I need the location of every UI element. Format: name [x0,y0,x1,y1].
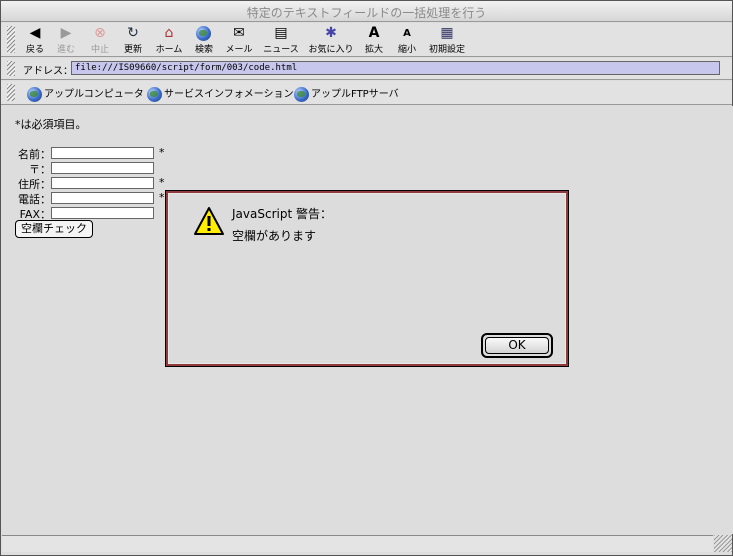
link-service-information[interactable]: サービスインフォメーション [147,85,294,102]
form-row-postal: 〒： [15,161,51,177]
form-row-phone: 電話： [15,191,51,207]
status-bar [2,535,713,552]
link-apple-ftp-server[interactable]: アップルFTPサーバ [294,85,399,102]
navigation-toolbar: ◀ 戻る ▶ 進む ⊗ 中止 ↻ 更新 ⌂ ホーム 検索 ✉ メール ▤ ニュー… [1,23,732,57]
refresh-button[interactable]: ↻ 更新 [122,25,144,55]
blank-check-button[interactable]: 空欄チェック [15,220,93,238]
address-bar-grip-handle[interactable] [7,61,15,76]
favorites-icon: ✱ [325,25,337,41]
globe-icon [147,86,162,102]
forward-arrow-icon: ▶ [60,25,72,41]
address-input[interactable]: file:///IS09660/script/form/003/code.htm… [71,61,720,75]
font-smaller-icon: A [403,28,411,39]
ok-button[interactable]: OK [481,333,553,358]
form-row-address: 住所： [15,176,51,192]
forward-button[interactable]: ▶ 進む [55,25,77,55]
search-button[interactable]: 検索 [193,25,215,55]
search-icon [193,25,215,42]
home-icon: ⌂ [164,25,174,41]
globe-icon [294,86,309,102]
name-label: 名前： [18,148,51,161]
news-button[interactable]: ▤ ニュース [262,25,300,55]
javascript-alert-dialog: JavaScript 警告： 空欄があります OK [165,190,569,367]
home-button[interactable]: ⌂ ホーム [153,25,185,55]
globe-icon [27,86,42,102]
favorites-button[interactable]: ✱ お気に入り [307,25,355,55]
stop-button[interactable]: ⊗ 中止 [89,25,111,55]
address-field-label: 住所： [18,178,51,191]
ok-button-label: OK [485,337,549,354]
link-apple-computer[interactable]: アップルコンピュータ [27,85,144,102]
stop-icon: ⊗ [94,25,106,41]
font-larger-icon: A [368,25,380,41]
postal-code-field[interactable] [51,162,154,174]
back-arrow-icon: ◀ [29,25,41,41]
links-bar-grip-handle[interactable] [7,84,15,101]
font-larger-button[interactable]: A 拡大 [363,25,385,55]
preferences-icon: ▦ [440,25,454,41]
title-bar[interactable]: 特定のテキストフィールドの一括処理を行う [1,1,732,22]
fax-field[interactable] [51,207,154,219]
resize-grip-icon[interactable] [714,535,732,552]
address-bar: アドレス： file:///IS09660/script/form/003/co… [1,58,732,80]
name-field[interactable] [51,147,154,159]
address-field[interactable] [51,177,154,189]
back-button[interactable]: ◀ 戻る [25,25,45,55]
phone-field[interactable] [51,192,154,204]
required-mark: * [159,176,165,189]
required-note: *は必須項目。 [15,118,87,131]
postal-label: 〒： [29,163,51,176]
font-smaller-button[interactable]: A 縮小 [396,25,418,55]
phone-label: 電話： [18,193,51,206]
alert-message: 空欄があります [232,229,317,243]
form-row-name: 名前： [15,146,51,162]
news-icon: ▤ [274,25,288,41]
toolbar-grip-handle[interactable] [7,26,15,53]
warning-icon [194,207,224,235]
refresh-icon: ↻ [127,25,139,41]
required-mark: * [159,191,165,204]
links-bar: アップルコンピュータ サービスインフォメーション アップルFTPサーバ [1,81,732,105]
browser-window: 特定のテキストフィールドの一括処理を行う ◀ 戻る ▶ 進む ⊗ 中止 ↻ 更新… [0,0,733,556]
mail-icon: ✉ [233,25,245,41]
address-label: アドレス： [23,66,73,77]
required-mark: * [159,146,165,159]
mail-button[interactable]: ✉ メール [224,25,254,55]
window-title: 特定のテキストフィールドの一括処理を行う [246,6,487,20]
alert-title: JavaScript 警告： [232,207,332,221]
preferences-button[interactable]: ▦ 初期設定 [428,25,466,55]
